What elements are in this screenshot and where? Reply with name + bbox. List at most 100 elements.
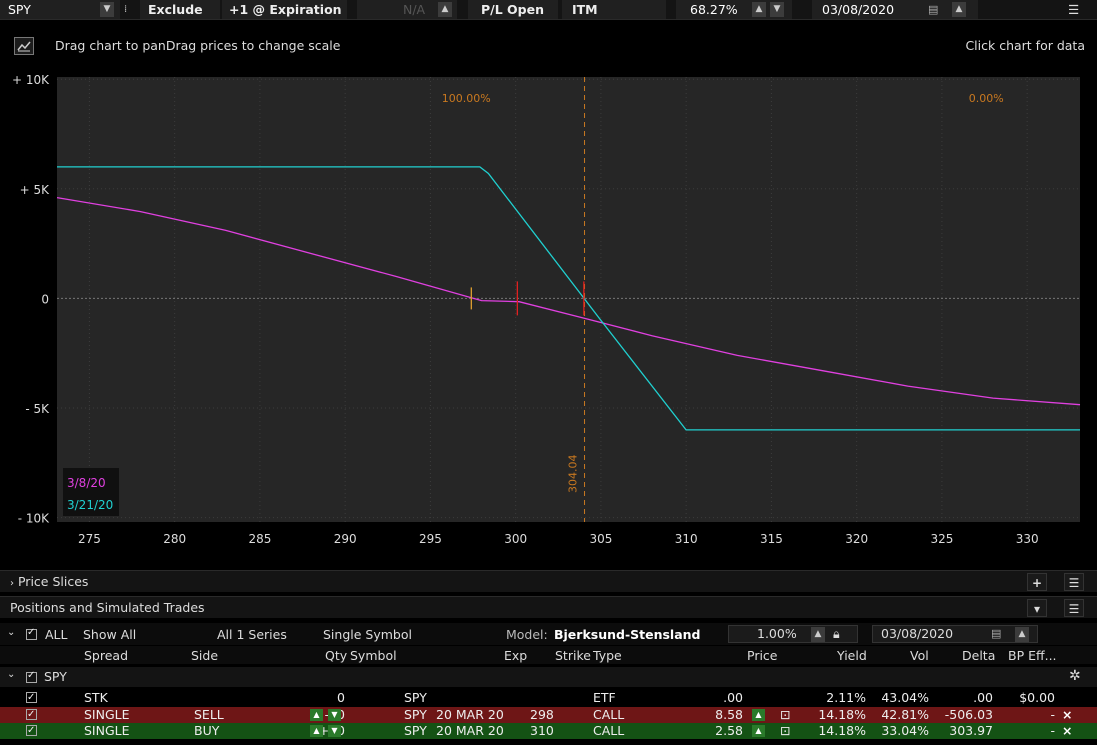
row-checkbox[interactable] (26, 707, 37, 723)
col-strike[interactable]: Strike (555, 648, 591, 663)
menu-icon[interactable]: ☰ (1068, 0, 1079, 19)
pl-open-label: P/L Open (481, 2, 544, 17)
col-symbol[interactable]: Symbol (350, 648, 397, 663)
qty-stepper-icon[interactable]: ▲ (310, 725, 323, 737)
x-tick-label: 285 (248, 532, 271, 546)
date-stepper-icon[interactable]: ▲ (952, 2, 966, 17)
cell-delta: 303.97 (949, 723, 993, 738)
group-row-spy[interactable]: ⌄ SPY ✲ (0, 667, 1097, 687)
row-checkbox[interactable] (26, 690, 37, 706)
positions-section[interactable]: Positions and Simulated Trades ▾ ☰ (0, 596, 1097, 618)
percent-dropdown-icon[interactable]: ▼ (770, 2, 784, 17)
cell-price[interactable]: .00 (723, 690, 743, 706)
qty-dropdown-icon[interactable]: ▼ (328, 709, 341, 721)
cell-bp: - (1050, 707, 1055, 722)
filter-date-field[interactable]: 03/08/2020 ▤ ▲ (872, 625, 1038, 643)
cell-side[interactable]: SELL (194, 707, 224, 723)
price-annotation: 304.04 (567, 455, 580, 494)
price-stepper-icon[interactable]: ▲ (752, 709, 765, 721)
price-lock-icon[interactable]: ⊡ (780, 707, 790, 723)
col-side[interactable]: Side (191, 648, 218, 663)
probability-annotation: 0.00% (969, 92, 1004, 105)
cell-strike[interactable]: 310 (530, 723, 554, 739)
cell-price[interactable]: 2.58 (715, 723, 743, 739)
model-dropdown[interactable]: Bjerksund-Stensland (554, 627, 701, 642)
y-tick-label: + 10K (12, 73, 50, 87)
click-hint: Click chart for data (965, 38, 1085, 53)
lock-icon[interactable]: 🔒︎ (833, 626, 840, 642)
x-tick-label: 300 (504, 532, 527, 546)
symbol-dropdown-icon[interactable]: ▼ (100, 2, 114, 17)
date-value: 03/08/2020 (822, 2, 895, 17)
symbol-label: SPY (8, 2, 31, 17)
qty-dropdown-icon[interactable]: ▼ (328, 725, 341, 737)
positions-filter-bar: ⌄ ALL Show All All 1 Series Single Symbo… (0, 623, 1097, 645)
price-lock-icon[interactable]: ⊡ (780, 723, 790, 739)
calendar-icon[interactable]: ▤ (928, 0, 938, 19)
risk-profile-chart[interactable]: 275 280 285 290 295 300 305 310 315 320 325 330 + 10… (0, 70, 1097, 560)
remove-row-icon[interactable]: × (1062, 707, 1072, 723)
group-chevron-icon[interactable]: ⌄ (7, 669, 15, 680)
percent-value: 68.27% (690, 2, 738, 17)
percent-stepper-icon[interactable]: ▲ (752, 2, 766, 17)
row-checkbox[interactable] (26, 723, 37, 739)
col-exp[interactable]: Exp (504, 648, 527, 663)
cell-type[interactable]: CALL (593, 707, 624, 723)
col-bp[interactable]: BP Eff... (1008, 648, 1057, 663)
filter-calendar-icon[interactable]: ▤ (991, 626, 1001, 642)
table-row[interactable]: STK 0 SPY ETF .00 2.11% 43.04% .00 $0.00 (0, 690, 1097, 706)
positions-menu-icon[interactable]: ☰ (1064, 599, 1084, 617)
qty-stepper-icon[interactable]: ▲ (310, 709, 323, 721)
symbol-mode-dropdown[interactable]: Single Symbol (323, 627, 412, 642)
na-stepper-icon[interactable]: ▲ (438, 2, 452, 17)
settings-icon[interactable]: ✲ (1069, 668, 1081, 684)
price-slices-section[interactable]: › Price Slices + ☰ (0, 570, 1097, 592)
remove-row-icon[interactable]: × (1062, 723, 1072, 739)
cell-price[interactable]: 8.58 (715, 707, 743, 723)
top-toolbar: SPY ▼ ⁞ Exclude +1 @ Expiration N/A ▲ P/… (0, 0, 1097, 20)
cell-vol: 43.04% (881, 690, 929, 705)
rate-value: 1.00% (757, 626, 797, 641)
all-checkbox[interactable] (26, 627, 37, 642)
series-dropdown[interactable]: All 1 Series (217, 627, 287, 642)
list-icon[interactable]: ☰ (1064, 573, 1084, 591)
filter-date-stepper-icon[interactable]: ▲ (1015, 627, 1029, 642)
x-tick-label: 305 (589, 532, 612, 546)
cell-vol: 42.81% (881, 707, 929, 722)
row-checkbox-icon (26, 707, 37, 723)
cell-spread: SINGLE (84, 707, 130, 722)
table-row[interactable]: SINGLESELL-10SPY20 MAR 20298CALL8.5814.1… (0, 707, 1097, 723)
cell-yield: 14.18% (818, 707, 866, 722)
col-delta[interactable]: Delta (962, 648, 995, 663)
rate-field[interactable]: 1.00% ▲ 🔒︎ (728, 625, 858, 643)
chart-type-icon[interactable] (14, 37, 34, 55)
cell-exp[interactable]: 20 MAR 20 (436, 707, 504, 723)
drag-hint: Drag chart to panDrag prices to change s… (55, 38, 341, 53)
show-all-dropdown[interactable]: Show All (83, 627, 136, 642)
col-yield[interactable]: Yield (837, 648, 867, 663)
table-row[interactable]: SINGLEBUY+10SPY20 MAR 20310CALL2.5814.18… (0, 723, 1097, 739)
y-tick-label: - 10K (18, 512, 50, 526)
rate-stepper-icon[interactable]: ▲ (811, 627, 825, 642)
col-price[interactable]: Price (747, 648, 778, 663)
collapse-icon[interactable]: ▾ (1027, 599, 1047, 617)
chevron-down-icon[interactable]: ⌄ (7, 627, 15, 638)
cell-strike[interactable]: 298 (530, 707, 554, 723)
group-label: SPY (44, 669, 67, 684)
col-type[interactable]: Type (593, 648, 622, 663)
cell-bp: $0.00 (1019, 690, 1055, 705)
col-spread[interactable]: Spread (84, 648, 128, 663)
x-tick-label: 290 (334, 532, 357, 546)
col-vol[interactable]: Vol (910, 648, 929, 663)
checkbox-icon (26, 627, 37, 640)
cell-side[interactable]: BUY (194, 723, 219, 739)
cell-exp[interactable]: 20 MAR 20 (436, 723, 504, 739)
cell-symbol: SPY (404, 690, 427, 705)
col-qty[interactable]: Qty (325, 648, 347, 663)
x-tick-label: 310 (675, 532, 698, 546)
plus-icon[interactable]: + (1027, 573, 1047, 591)
cell-type[interactable]: CALL (593, 723, 624, 739)
price-stepper-icon[interactable]: ▲ (752, 725, 765, 737)
x-tick-label: 315 (760, 532, 783, 546)
group-checkbox[interactable] (26, 670, 37, 685)
